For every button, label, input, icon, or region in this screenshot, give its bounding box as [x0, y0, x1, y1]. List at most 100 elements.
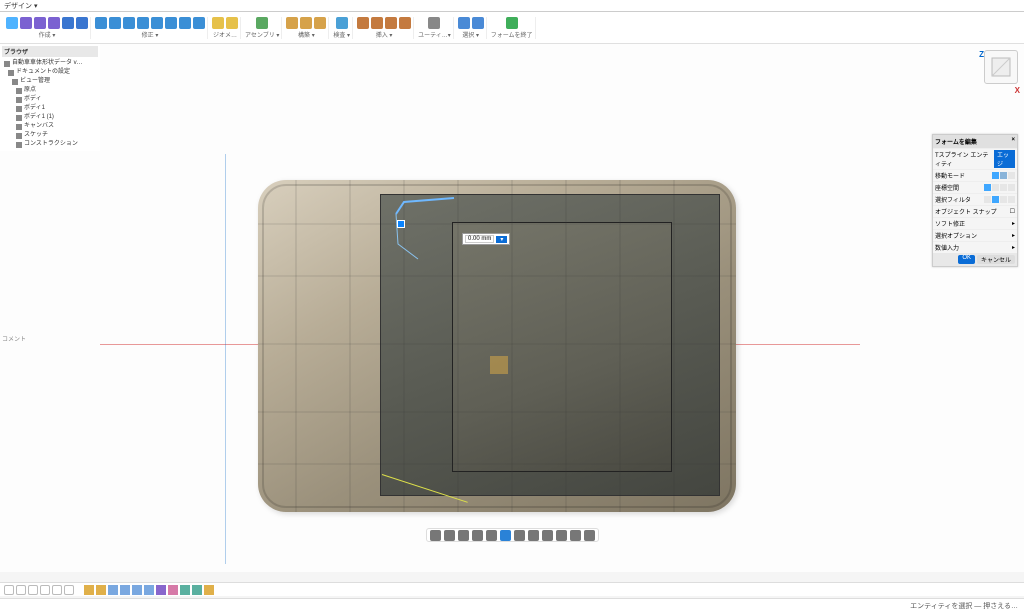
panel-option-row[interactable]: 座標空間 — [933, 181, 1017, 193]
timeline-feature-icon[interactable] — [204, 585, 214, 595]
browser-item[interactable]: ボディ1 (1) — [2, 113, 98, 122]
panel-option-row[interactable]: 選択オプション▸ — [933, 229, 1017, 241]
ribbon-tool-icon[interactable] — [506, 17, 518, 29]
browser-item[interactable]: ボディ — [2, 95, 98, 104]
timeline-playback-button[interactable] — [16, 585, 26, 595]
ribbon-tool-icon[interactable] — [226, 17, 238, 29]
timeline-feature-icon[interactable] — [108, 585, 118, 595]
browser-item[interactable]: ドキュメントの設定 — [2, 68, 98, 77]
mode-toggle-icon[interactable] — [992, 184, 999, 191]
ribbon-group-label[interactable]: 構築 ▾ — [298, 30, 315, 39]
ribbon-tool-icon[interactable] — [109, 17, 121, 29]
ribbon-group-label[interactable]: 挿入 ▾ — [376, 30, 393, 39]
timeline-playback-button[interactable] — [4, 585, 14, 595]
chevron-right-icon[interactable]: ▸ — [1012, 232, 1015, 239]
ribbon-group-label[interactable]: フォームを終了 — [491, 30, 533, 39]
timeline-feature-icon[interactable] — [192, 585, 202, 595]
browser-panel[interactable]: ブラウザ 自動車車体形状データ v…ドキュメントの設定ビュー管理原点ボディボディ… — [0, 44, 100, 151]
nav-tool-icon[interactable] — [542, 530, 553, 541]
browser-item[interactable]: 自動車車体形状データ v… — [2, 59, 98, 68]
ribbon-tool-icon[interactable] — [48, 17, 60, 29]
view-cube[interactable] — [984, 50, 1018, 84]
panel-option-row[interactable]: 数値入力▸ — [933, 241, 1017, 253]
ribbon-tool-icon[interactable] — [385, 17, 397, 29]
nav-tool-icon[interactable] — [514, 530, 525, 541]
panel-ok-button[interactable]: OK — [958, 255, 975, 264]
ribbon-tool-icon[interactable] — [336, 17, 348, 29]
timeline[interactable] — [0, 582, 1024, 596]
ribbon-tool-icon[interactable] — [212, 17, 224, 29]
ribbon-tool-icon[interactable] — [6, 17, 18, 29]
mode-toggle-icon[interactable] — [1008, 196, 1015, 203]
mode-toggle-icon[interactable] — [984, 184, 991, 191]
nav-tool-icon[interactable] — [556, 530, 567, 541]
panel-option-row[interactable]: 選択フィルタ — [933, 193, 1017, 205]
ribbon-group-label[interactable]: 検査 ▾ — [333, 30, 350, 39]
ribbon-tool-icon[interactable] — [399, 17, 411, 29]
ribbon-group-label[interactable]: ユーティ…▾ — [418, 30, 451, 39]
checkbox-icon[interactable]: ☐ — [1010, 208, 1015, 215]
ribbon-group-label[interactable]: アセンブリ ▾ — [245, 30, 279, 39]
timeline-playback-button[interactable] — [28, 585, 38, 595]
timeline-feature-icon[interactable] — [180, 585, 190, 595]
timeline-feature-icon[interactable] — [132, 585, 142, 595]
mode-toggle-icon[interactable] — [992, 196, 999, 203]
ribbon-tool-icon[interactable] — [179, 17, 191, 29]
ribbon-tool-icon[interactable] — [256, 17, 268, 29]
ribbon-tool-icon[interactable] — [193, 17, 205, 29]
manipulator-handle-icon[interactable] — [397, 220, 405, 228]
ribbon-tool-icon[interactable] — [371, 17, 383, 29]
chevron-right-icon[interactable]: ▸ — [1012, 220, 1015, 227]
close-icon[interactable]: × — [1011, 137, 1015, 146]
nav-tool-icon[interactable] — [458, 530, 469, 541]
timeline-feature-icon[interactable] — [120, 585, 130, 595]
timeline-feature-icon[interactable] — [168, 585, 178, 595]
ribbon-tool-icon[interactable] — [165, 17, 177, 29]
browser-item[interactable]: ボディ1 — [2, 104, 98, 113]
mode-toggle-icon[interactable] — [1008, 172, 1015, 179]
dimension-value-field[interactable]: 0.00 mm — [465, 235, 494, 243]
panel-option-row[interactable]: オブジェクト スナップ☐ — [933, 205, 1017, 217]
ribbon-tool-icon[interactable] — [472, 17, 484, 29]
browser-item[interactable]: コンストラクション — [2, 140, 98, 149]
mode-toggle-icon[interactable] — [992, 172, 999, 179]
browser-item[interactable]: ビュー管理 — [2, 77, 98, 86]
ribbon-tool-icon[interactable] — [300, 17, 312, 29]
dimension-input-popup[interactable]: 0.00 mm ▾ — [462, 233, 510, 245]
mode-toggle-icon[interactable] — [1000, 172, 1007, 179]
nav-tool-icon[interactable] — [570, 530, 581, 541]
ribbon-tool-icon[interactable] — [62, 17, 74, 29]
ribbon-group-label[interactable]: 選択 ▾ — [462, 30, 479, 39]
edit-form-panel[interactable]: フォームを編集× Tスプライン エンティティ エッジ 移動モード座標空間選択フィ… — [932, 134, 1018, 267]
dimension-unit-dropdown[interactable]: ▾ — [496, 236, 507, 243]
timeline-feature-icon[interactable] — [144, 585, 154, 595]
timeline-feature-icon[interactable] — [156, 585, 166, 595]
ribbon-tool-icon[interactable] — [34, 17, 46, 29]
ribbon-group-label[interactable]: 作成 ▾ — [39, 30, 56, 39]
timeline-feature-icon[interactable] — [96, 585, 106, 595]
move-manipulator[interactable] — [393, 216, 409, 232]
nav-tool-icon[interactable] — [472, 530, 483, 541]
ribbon-tool-icon[interactable] — [123, 17, 135, 29]
ribbon-tool-icon[interactable] — [137, 17, 149, 29]
mode-toggle-icon[interactable] — [1000, 196, 1007, 203]
ribbon-tool-icon[interactable] — [20, 17, 32, 29]
ribbon-tool-icon[interactable] — [95, 17, 107, 29]
browser-item[interactable]: キャンバス — [2, 122, 98, 131]
browser-item[interactable]: 原点 — [2, 86, 98, 95]
nav-tool-icon[interactable] — [584, 530, 595, 541]
chevron-right-icon[interactable]: ▸ — [1012, 244, 1015, 251]
mode-toggle-icon[interactable] — [1008, 184, 1015, 191]
design-mode-dropdown[interactable]: デザイン ▾ — [4, 1, 37, 11]
ribbon-tool-icon[interactable] — [357, 17, 369, 29]
panel-cancel-button[interactable]: キャンセル — [977, 255, 1015, 264]
browser-item[interactable]: スケッチ — [2, 131, 98, 140]
ribbon-tool-icon[interactable] — [458, 17, 470, 29]
nav-tool-icon[interactable] — [528, 530, 539, 541]
entity-type-pill[interactable]: エッジ — [994, 150, 1015, 168]
nav-tool-icon[interactable] — [486, 530, 497, 541]
panel-option-row[interactable]: 移動モード — [933, 169, 1017, 181]
nav-tool-icon[interactable] — [444, 530, 455, 541]
ribbon-group-label[interactable]: ジオメ… — [213, 30, 237, 39]
timeline-playback-button[interactable] — [64, 585, 74, 595]
